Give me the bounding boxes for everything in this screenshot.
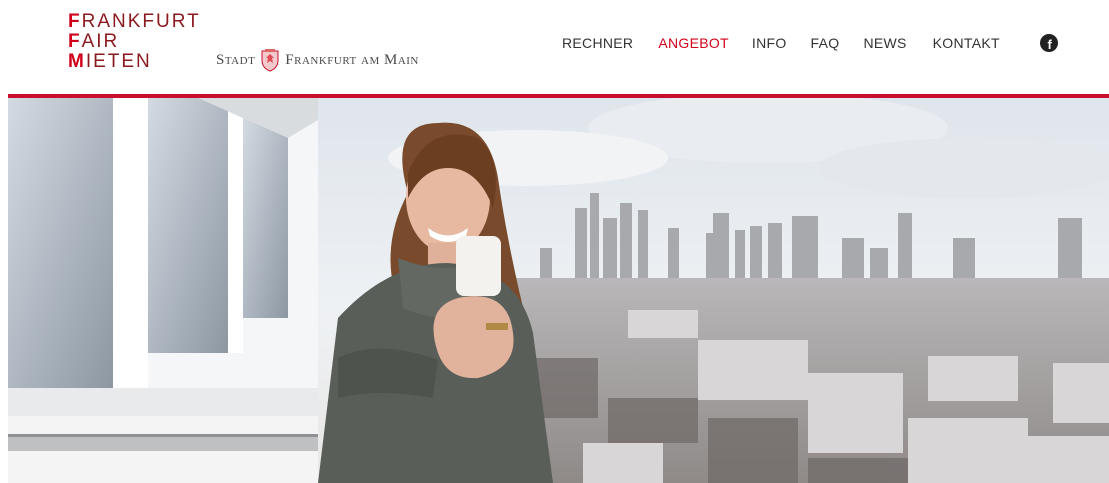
stadt-label: Stadt xyxy=(216,51,256,68)
nav-rechner[interactable]: RECHNER xyxy=(562,35,633,51)
city-name-label: Frankfurt am Main xyxy=(285,51,419,68)
hero-photo xyxy=(8,98,1109,483)
frankfurt-fair-mieten-logo[interactable]: FRANKFURT FAIR MIETEN xyxy=(68,12,201,72)
nav-faq[interactable]: FAQ xyxy=(811,35,840,51)
hero-image xyxy=(8,98,1109,483)
site-header: FRANKFURT FAIR MIETEN Stadt Frankfurt am… xyxy=(0,0,1109,94)
facebook-icon[interactable]: f xyxy=(1039,34,1058,52)
nav-angebot[interactable]: ANGEBOT xyxy=(658,35,729,51)
nav-kontakt[interactable]: KONTAKT xyxy=(933,35,1000,51)
city-crest-icon xyxy=(261,49,279,72)
nav-news[interactable]: NEWS xyxy=(863,35,906,51)
nav-info[interactable]: INFO xyxy=(752,35,787,51)
main-nav: RECHNER ANGEBOT INFO FAQ NEWS KONTAKT f xyxy=(562,34,1058,52)
stadt-frankfurt-logo[interactable]: Stadt Frankfurt am Main xyxy=(216,48,419,72)
